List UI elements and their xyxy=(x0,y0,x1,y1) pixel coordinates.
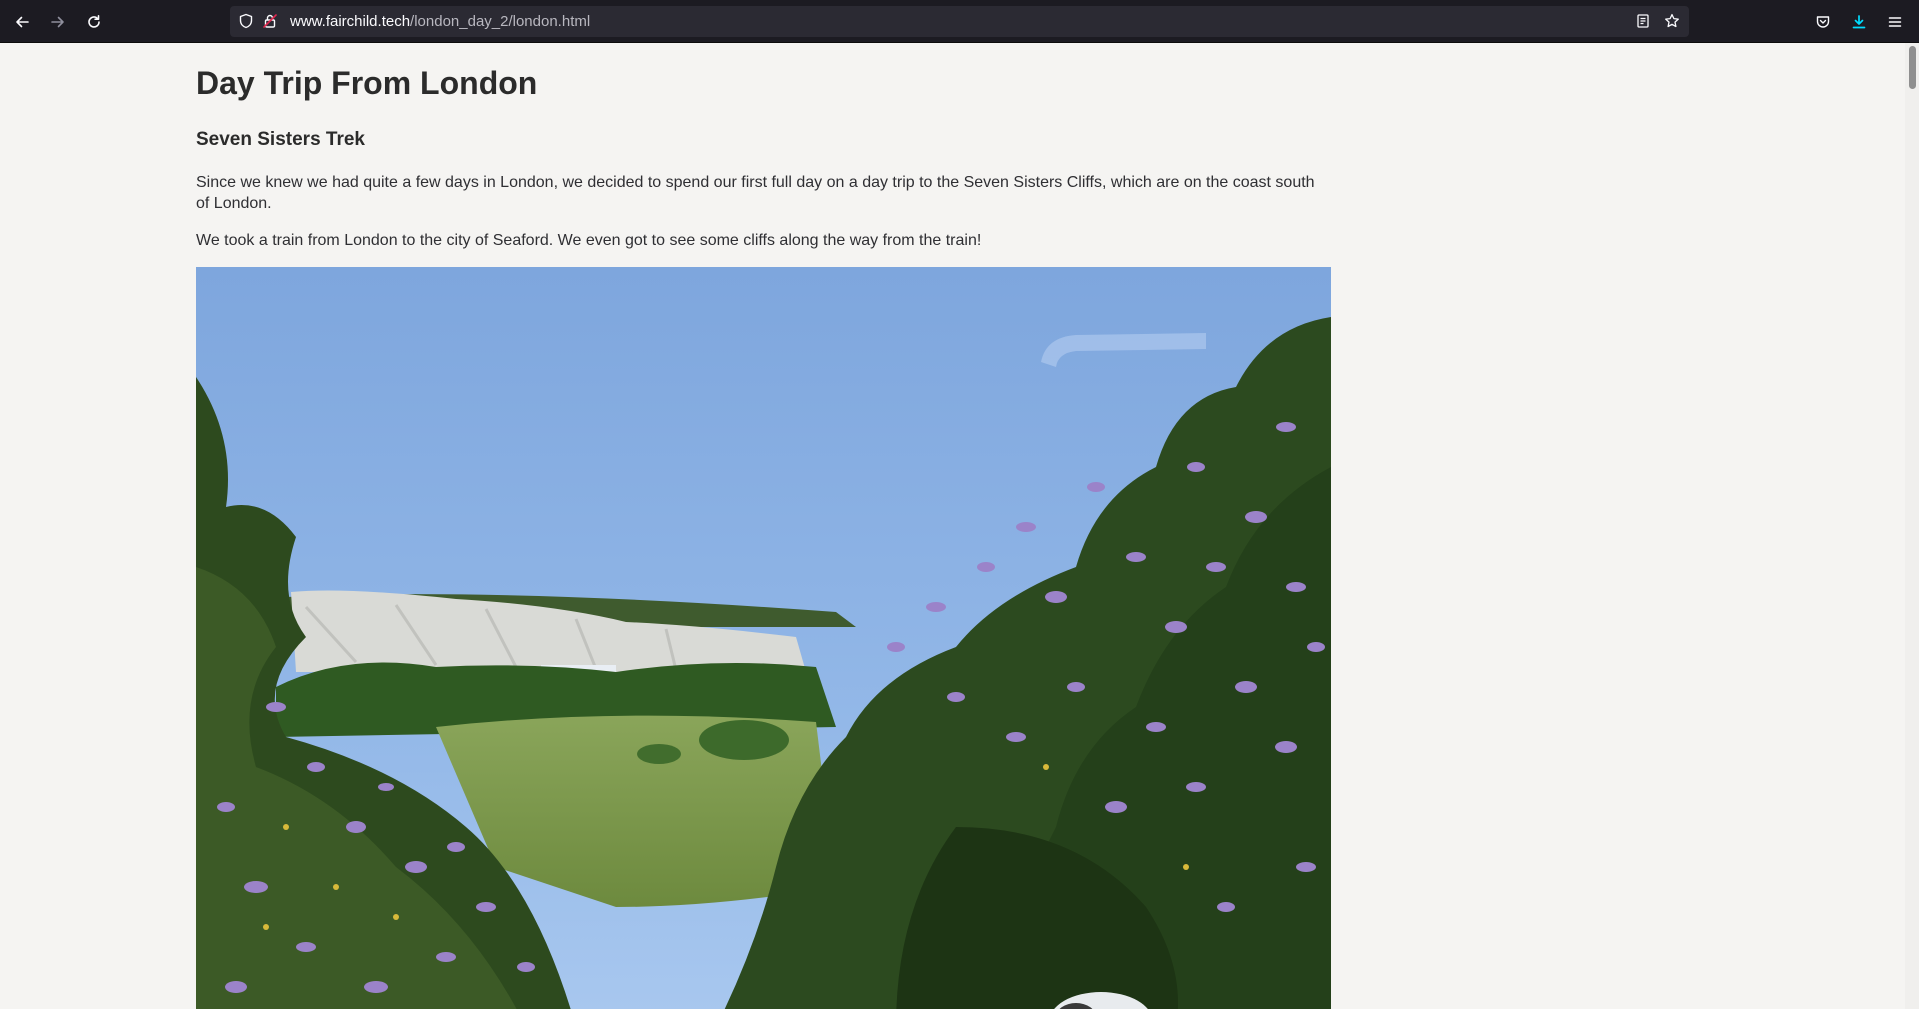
menu-button[interactable] xyxy=(1881,8,1909,36)
star-icon[interactable] xyxy=(1664,13,1680,29)
cliffs-photo-image xyxy=(196,267,1331,1009)
section-heading: Seven Sisters Trek xyxy=(196,129,365,150)
browser-toolbar: www.fairchild.tech/london_day_2/london.h… xyxy=(0,0,1919,43)
lock-icon[interactable] xyxy=(262,13,278,29)
url-text[interactable]: www.fairchild.tech/london_day_2/london.h… xyxy=(290,13,590,30)
page-scrollbar[interactable] xyxy=(1905,43,1919,1009)
page-title: Day Trip From London xyxy=(196,65,538,101)
cliffs-photo xyxy=(196,267,1331,1009)
address-bar[interactable]: www.fairchild.tech/london_day_2/london.h… xyxy=(230,6,1689,37)
download-icon xyxy=(1852,15,1866,29)
reload-icon xyxy=(88,15,100,28)
forward-button[interactable] xyxy=(44,8,72,36)
hamburger-menu-icon xyxy=(1888,17,1902,27)
shield-icon[interactable] xyxy=(238,13,254,29)
paragraph-intro: Since we knew we had quite a few days in… xyxy=(196,174,1315,212)
page-viewport: Day Trip From London Seven Sisters Trek … xyxy=(0,43,1905,1009)
paragraph-train: We took a train from London to the city … xyxy=(196,232,982,249)
pocket-icon xyxy=(1816,16,1830,28)
back-arrow-icon xyxy=(16,16,29,28)
reader-view-icon[interactable] xyxy=(1635,13,1651,29)
reload-button[interactable] xyxy=(80,8,108,36)
downloads-button[interactable] xyxy=(1845,8,1873,36)
url-domain: www.fairchild.tech xyxy=(290,13,411,30)
pocket-button[interactable] xyxy=(1809,8,1837,36)
scrollbar-thumb[interactable] xyxy=(1909,46,1916,89)
forward-arrow-icon xyxy=(51,16,64,28)
url-path: /london_day_2/london.html xyxy=(410,13,591,30)
back-button[interactable] xyxy=(8,8,36,36)
